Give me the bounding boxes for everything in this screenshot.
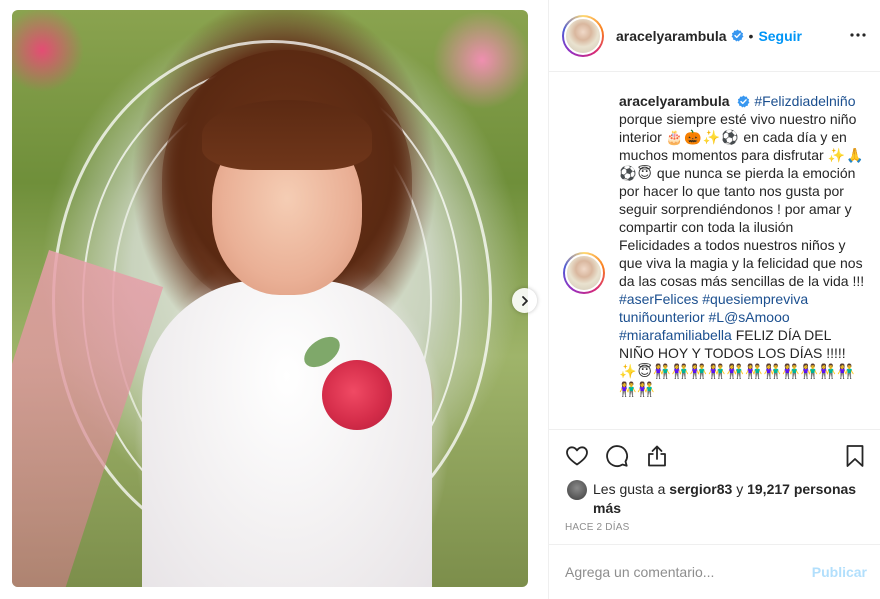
caption-emojis: ✨😇👫👫👫👫👫👫👫👫👫👫👫👫👫 [619, 363, 856, 397]
separator-dot: • [748, 27, 754, 44]
post-timestamp[interactable]: HACE 2 DÍAS [565, 522, 629, 533]
hashtag-link[interactable]: #aserFelices [619, 291, 698, 307]
post-header: aracelyarambula • Seguir [549, 0, 880, 72]
liker-username[interactable]: sergior83 [669, 481, 732, 497]
verified-badge-icon [737, 95, 750, 108]
bangs-shape [202, 100, 372, 170]
post-actions: Les gusta a sergior83 y 19,217 personas … [549, 429, 880, 544]
comment-icon[interactable] [605, 444, 629, 468]
caption-username[interactable]: aracelyarambula [619, 93, 730, 109]
author-username[interactable]: aracelyarambula [616, 28, 727, 44]
hashtag-link[interactable]: #L@sAmooo [709, 309, 790, 325]
flower-shape [322, 360, 392, 430]
hashtag-link[interactable]: #Felizdiadelniño [754, 93, 855, 109]
caption-line: que nunca se pierda la emoción por hacer… [619, 165, 865, 289]
follow-button[interactable]: Seguir [758, 28, 802, 44]
verified-badge-icon [731, 29, 743, 42]
share-icon[interactable] [645, 444, 669, 468]
likes-prefix: Les gusta a [593, 481, 666, 497]
comment-bar: Publicar [549, 544, 880, 599]
likes-joiner: y [736, 481, 744, 497]
dress-shape [142, 280, 432, 587]
avatar-image [565, 254, 603, 292]
heart-icon[interactable] [565, 444, 589, 468]
likes-text: Les gusta a sergior83 y 19,217 personas … [593, 480, 873, 518]
bookmark-icon[interactable] [843, 444, 867, 468]
liker-avatar[interactable] [567, 480, 587, 500]
caption-author-avatar[interactable] [563, 252, 605, 294]
caption-emojis: 🎂🎃✨⚽ [665, 129, 740, 145]
post-side-panel: aracelyarambula • Seguir aracelyarambula [548, 0, 880, 599]
hashtag-link[interactable]: #miarafamiliabella [619, 327, 732, 343]
more-options-icon[interactable] [849, 26, 867, 44]
instagram-post-modal: aracelyarambula • Seguir aracelyarambula [0, 0, 880, 599]
author-avatar[interactable] [562, 14, 604, 57]
likes-summary: Les gusta a sergior83 y 19,217 personas … [567, 480, 873, 518]
caption-area: aracelyarambula #Felizdiadelniño porque … [549, 72, 880, 429]
publish-button[interactable]: Publicar [812, 564, 867, 580]
caption-row: aracelyarambula #Felizdiadelniño porque … [563, 92, 867, 398]
caption-text: aracelyarambula #Felizdiadelniño porque … [619, 92, 865, 398]
avatar-image [564, 16, 602, 55]
next-photo-button[interactable] [512, 288, 537, 313]
comment-input[interactable] [565, 564, 812, 580]
chevron-right-icon [521, 295, 528, 306]
action-icons [565, 444, 669, 468]
post-photo[interactable] [12, 10, 528, 587]
